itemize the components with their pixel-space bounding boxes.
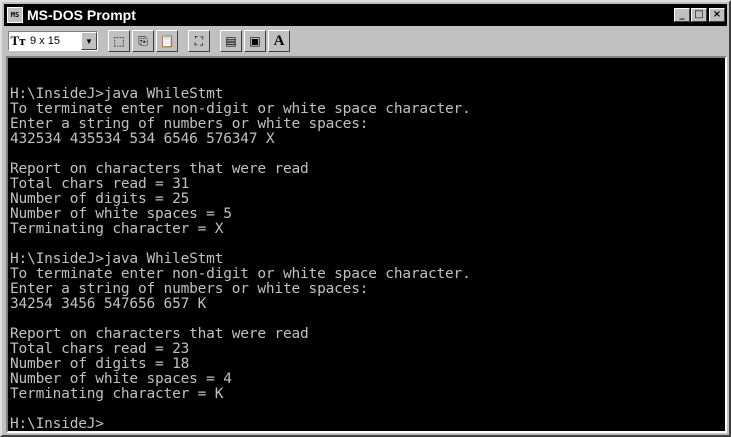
console-line: Total chars read = 31: [10, 176, 190, 192]
toolbar: Tт 9 x 15 ▼ ⬚ ⎘ 📋 ⛶ ▤ ▣ A: [4, 28, 727, 54]
ms-dos-window: MS MS-DOS Prompt _ □ × Tт 9 x 15 ▼ ⬚ ⎘ 📋…: [0, 0, 731, 437]
close-button[interactable]: ×: [709, 8, 725, 22]
paste-button[interactable]: 📋: [156, 30, 178, 52]
window-title: MS-DOS Prompt: [27, 7, 136, 23]
chevron-down-icon[interactable]: ▼: [81, 32, 97, 50]
window-controls: _ □ ×: [673, 8, 725, 22]
mark-icon: ⬚: [113, 34, 125, 48]
mark-button[interactable]: ⬚: [108, 30, 130, 52]
ms-dos-icon[interactable]: MS: [7, 7, 23, 23]
console-line: Number of digits = 18: [10, 356, 190, 372]
truetype-icon: Tт: [10, 33, 26, 48]
fullscreen-button[interactable]: ⛶: [188, 30, 210, 52]
console-line: Number of digits = 25: [10, 191, 190, 207]
console-line: To terminate enter non-digit or white sp…: [10, 101, 471, 117]
minimize-button[interactable]: _: [674, 8, 690, 22]
properties-icon: ▤: [225, 34, 237, 48]
console-line: Number of white spaces = 5: [10, 206, 232, 222]
console-line: Terminating character = X: [10, 221, 224, 237]
console-line: 432534 435534 534 6546 576347 X: [10, 131, 275, 147]
console-line: Number of white spaces = 4: [10, 371, 232, 387]
paste-icon: 📋: [159, 34, 175, 48]
console-line: H:\InsideJ>java WhileStmt: [10, 251, 224, 267]
title-bar[interactable]: MS MS-DOS Prompt _ □ ×: [4, 4, 727, 26]
console-line: Enter a string of numbers or white space…: [10, 281, 369, 297]
console-line: To terminate enter non-digit or white sp…: [10, 266, 471, 282]
fullscreen-icon: ⛶: [194, 33, 204, 48]
background-icon: ▣: [249, 34, 261, 48]
copy-icon: ⎘: [138, 33, 148, 48]
maximize-button[interactable]: □: [691, 8, 707, 22]
console-output[interactable]: H:\InsideJ>java WhileStmt To terminate en…: [6, 56, 727, 433]
font-size-value: 9 x 15: [30, 35, 60, 47]
font-size-select[interactable]: Tт 9 x 15 ▼: [8, 31, 98, 51]
console-line: Report on characters that were read: [10, 161, 309, 177]
console-line: H:\InsideJ>: [10, 416, 104, 432]
console-line: Report on characters that were read: [10, 326, 309, 342]
font-icon: A: [273, 32, 285, 49]
console-line: Enter a string of numbers or white space…: [10, 116, 369, 132]
background-button[interactable]: ▣: [244, 30, 266, 52]
console-line: Total chars read = 23: [10, 341, 190, 357]
properties-button[interactable]: ▤: [220, 30, 242, 52]
copy-button[interactable]: ⎘: [132, 30, 154, 52]
console-line: Terminating character = K: [10, 386, 224, 402]
console-line: 34254 3456 547656 657 K: [10, 296, 207, 312]
console-line: H:\InsideJ>java WhileStmt: [10, 86, 224, 102]
font-button[interactable]: A: [268, 30, 290, 52]
